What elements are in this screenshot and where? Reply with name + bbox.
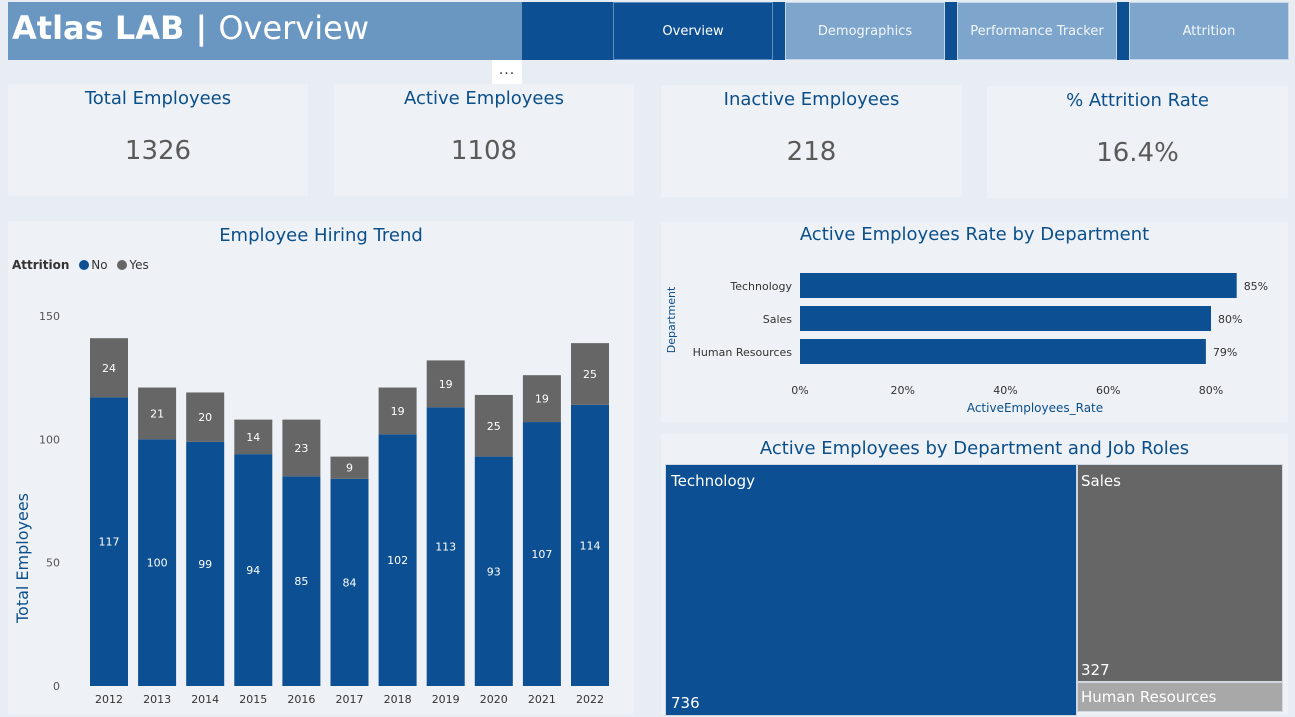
tab-demographics[interactable]: Demographics — [785, 2, 945, 60]
legend-yes-label[interactable]: Yes — [129, 258, 148, 272]
kpi-card-attrition-rate: % Attrition Rate 16.4% — [987, 86, 1288, 198]
dept-rate-chart: Department ActiveEmployees_Rate 0% 20% 40%… — [665, 273, 1268, 415]
data-label-yes: 25 — [487, 420, 501, 433]
data-label-no: 102 — [387, 554, 408, 567]
x-tick-label: 2021 — [528, 693, 556, 706]
treemap-label: Technology — [671, 472, 756, 490]
x-tick-label: 0% — [791, 384, 808, 397]
dept-category-label: Sales — [763, 313, 793, 326]
data-label-no: 94 — [246, 564, 260, 577]
title-separator: | — [184, 9, 219, 47]
kpi-value: 16.4% — [1096, 138, 1179, 168]
data-label-no: 99 — [198, 558, 212, 571]
kpi-title: % Attrition Rate — [1066, 90, 1209, 111]
treemap-label: Sales — [1081, 472, 1121, 490]
dept-value-label: 80% — [1218, 313, 1242, 326]
x-tick-label: 2018 — [384, 693, 412, 706]
data-label-yes: 9 — [346, 462, 353, 475]
page-title: Atlas LAB | Overview — [12, 8, 369, 48]
dept-category-label: Human Resources — [693, 346, 793, 359]
kpi-card-inactive-employees: Inactive Employees 218 — [661, 85, 962, 197]
dept-bar[interactable] — [800, 273, 1237, 298]
kpi-card-active-employees: Active Employees 1108 — [334, 84, 634, 196]
data-label-yes: 23 — [294, 442, 308, 455]
data-label-no: 84 — [343, 576, 357, 589]
y-tick-label: 100 — [39, 433, 60, 446]
hiring-ylabel: Total Employees — [13, 493, 32, 624]
x-tick-label: 2020 — [480, 693, 508, 706]
treemap-tile-human-resources[interactable]: Human Resources — [1077, 682, 1283, 712]
x-tick-label: 2016 — [287, 693, 315, 706]
hiring-trend-chart: Total Employees 0 50 100 150 117 24 2012 100 21 2… — [13, 310, 609, 706]
legend-yes-swatch — [117, 260, 128, 270]
dept-bar[interactable] — [800, 306, 1211, 331]
x-tick-label: 80% — [1199, 384, 1223, 397]
kpi-value: 1326 — [124, 136, 192, 166]
data-label-no: 114 — [580, 539, 601, 552]
x-tick-label: 2012 — [95, 693, 123, 706]
data-label-no: 93 — [487, 565, 501, 578]
x-tick-label: 2019 — [432, 693, 460, 706]
kpi-title: Total Employees — [84, 88, 232, 109]
data-label-yes: 19 — [535, 393, 549, 406]
treemap-value: 736 — [671, 694, 700, 712]
kpi-value: 1108 — [450, 136, 518, 166]
legend-title: Attrition — [12, 258, 70, 272]
treemap-value: 327 — [1081, 661, 1110, 679]
tab-overview[interactable]: Overview — [613, 2, 773, 60]
kpi-title: Inactive Employees — [723, 89, 900, 110]
dept-rate-title: Active Employees Rate by Department — [799, 224, 1150, 245]
legend-no-label[interactable]: No — [91, 258, 107, 272]
x-tick-label: 20% — [891, 384, 915, 397]
dept-ylabel: Department — [665, 286, 678, 353]
data-label-yes: 19 — [391, 405, 405, 418]
y-tick-label: 0 — [53, 680, 60, 693]
x-tick-label: 2015 — [239, 693, 267, 706]
data-label-yes: 19 — [439, 378, 453, 391]
x-tick-label: 60% — [1096, 384, 1120, 397]
kpi-card-total-employees: Total Employees 1326 — [8, 84, 308, 196]
x-tick-label: 2014 — [191, 693, 219, 706]
data-label-yes: 21 — [150, 407, 164, 420]
treemap-tile-sales[interactable]: Sales 327 — [1077, 464, 1283, 682]
data-label-yes: 24 — [102, 362, 116, 375]
legend-no-swatch — [79, 260, 90, 270]
brand-name: Atlas LAB — [12, 9, 185, 47]
treemap-tile-technology[interactable]: Technology 736 — [665, 464, 1077, 716]
data-label-no: 100 — [147, 557, 168, 570]
treemap-label: Human Resources — [1081, 688, 1217, 706]
y-tick-label: 50 — [46, 557, 60, 570]
page-name: Overview — [218, 9, 369, 47]
x-tick-label: 40% — [993, 384, 1017, 397]
treemap-title: Active Employees by Department and Job R… — [759, 438, 1190, 459]
data-label-yes: 25 — [583, 368, 597, 381]
data-label-yes: 20 — [198, 411, 212, 424]
dept-category-label: Technology — [729, 280, 792, 293]
dept-value-label: 85% — [1244, 280, 1268, 293]
data-label-yes: 14 — [246, 431, 260, 444]
data-label-no: 113 — [435, 541, 456, 554]
kpi-value: 218 — [786, 137, 837, 167]
kpi-title: Active Employees — [404, 88, 564, 109]
dept-value-label: 79% — [1213, 346, 1237, 359]
more-options-icon[interactable]: ... — [492, 60, 522, 86]
x-tick-label: 2017 — [336, 693, 364, 706]
tab-attrition[interactable]: Attrition — [1129, 2, 1289, 60]
tab-performance-tracker[interactable]: Performance Tracker — [957, 2, 1117, 60]
hiring-trend-title: Employee Hiring Trend — [219, 225, 423, 246]
data-label-no: 107 — [531, 548, 552, 561]
y-tick-label: 150 — [39, 310, 60, 323]
x-tick-label: 2022 — [576, 693, 604, 706]
x-tick-label: 2013 — [143, 693, 171, 706]
data-label-no: 117 — [99, 536, 120, 549]
attrition-legend: Attrition No Yes — [12, 258, 149, 272]
dept-bar[interactable] — [800, 339, 1206, 364]
dept-xlabel: ActiveEmployees_Rate — [967, 401, 1103, 415]
data-label-no: 85 — [294, 575, 308, 588]
